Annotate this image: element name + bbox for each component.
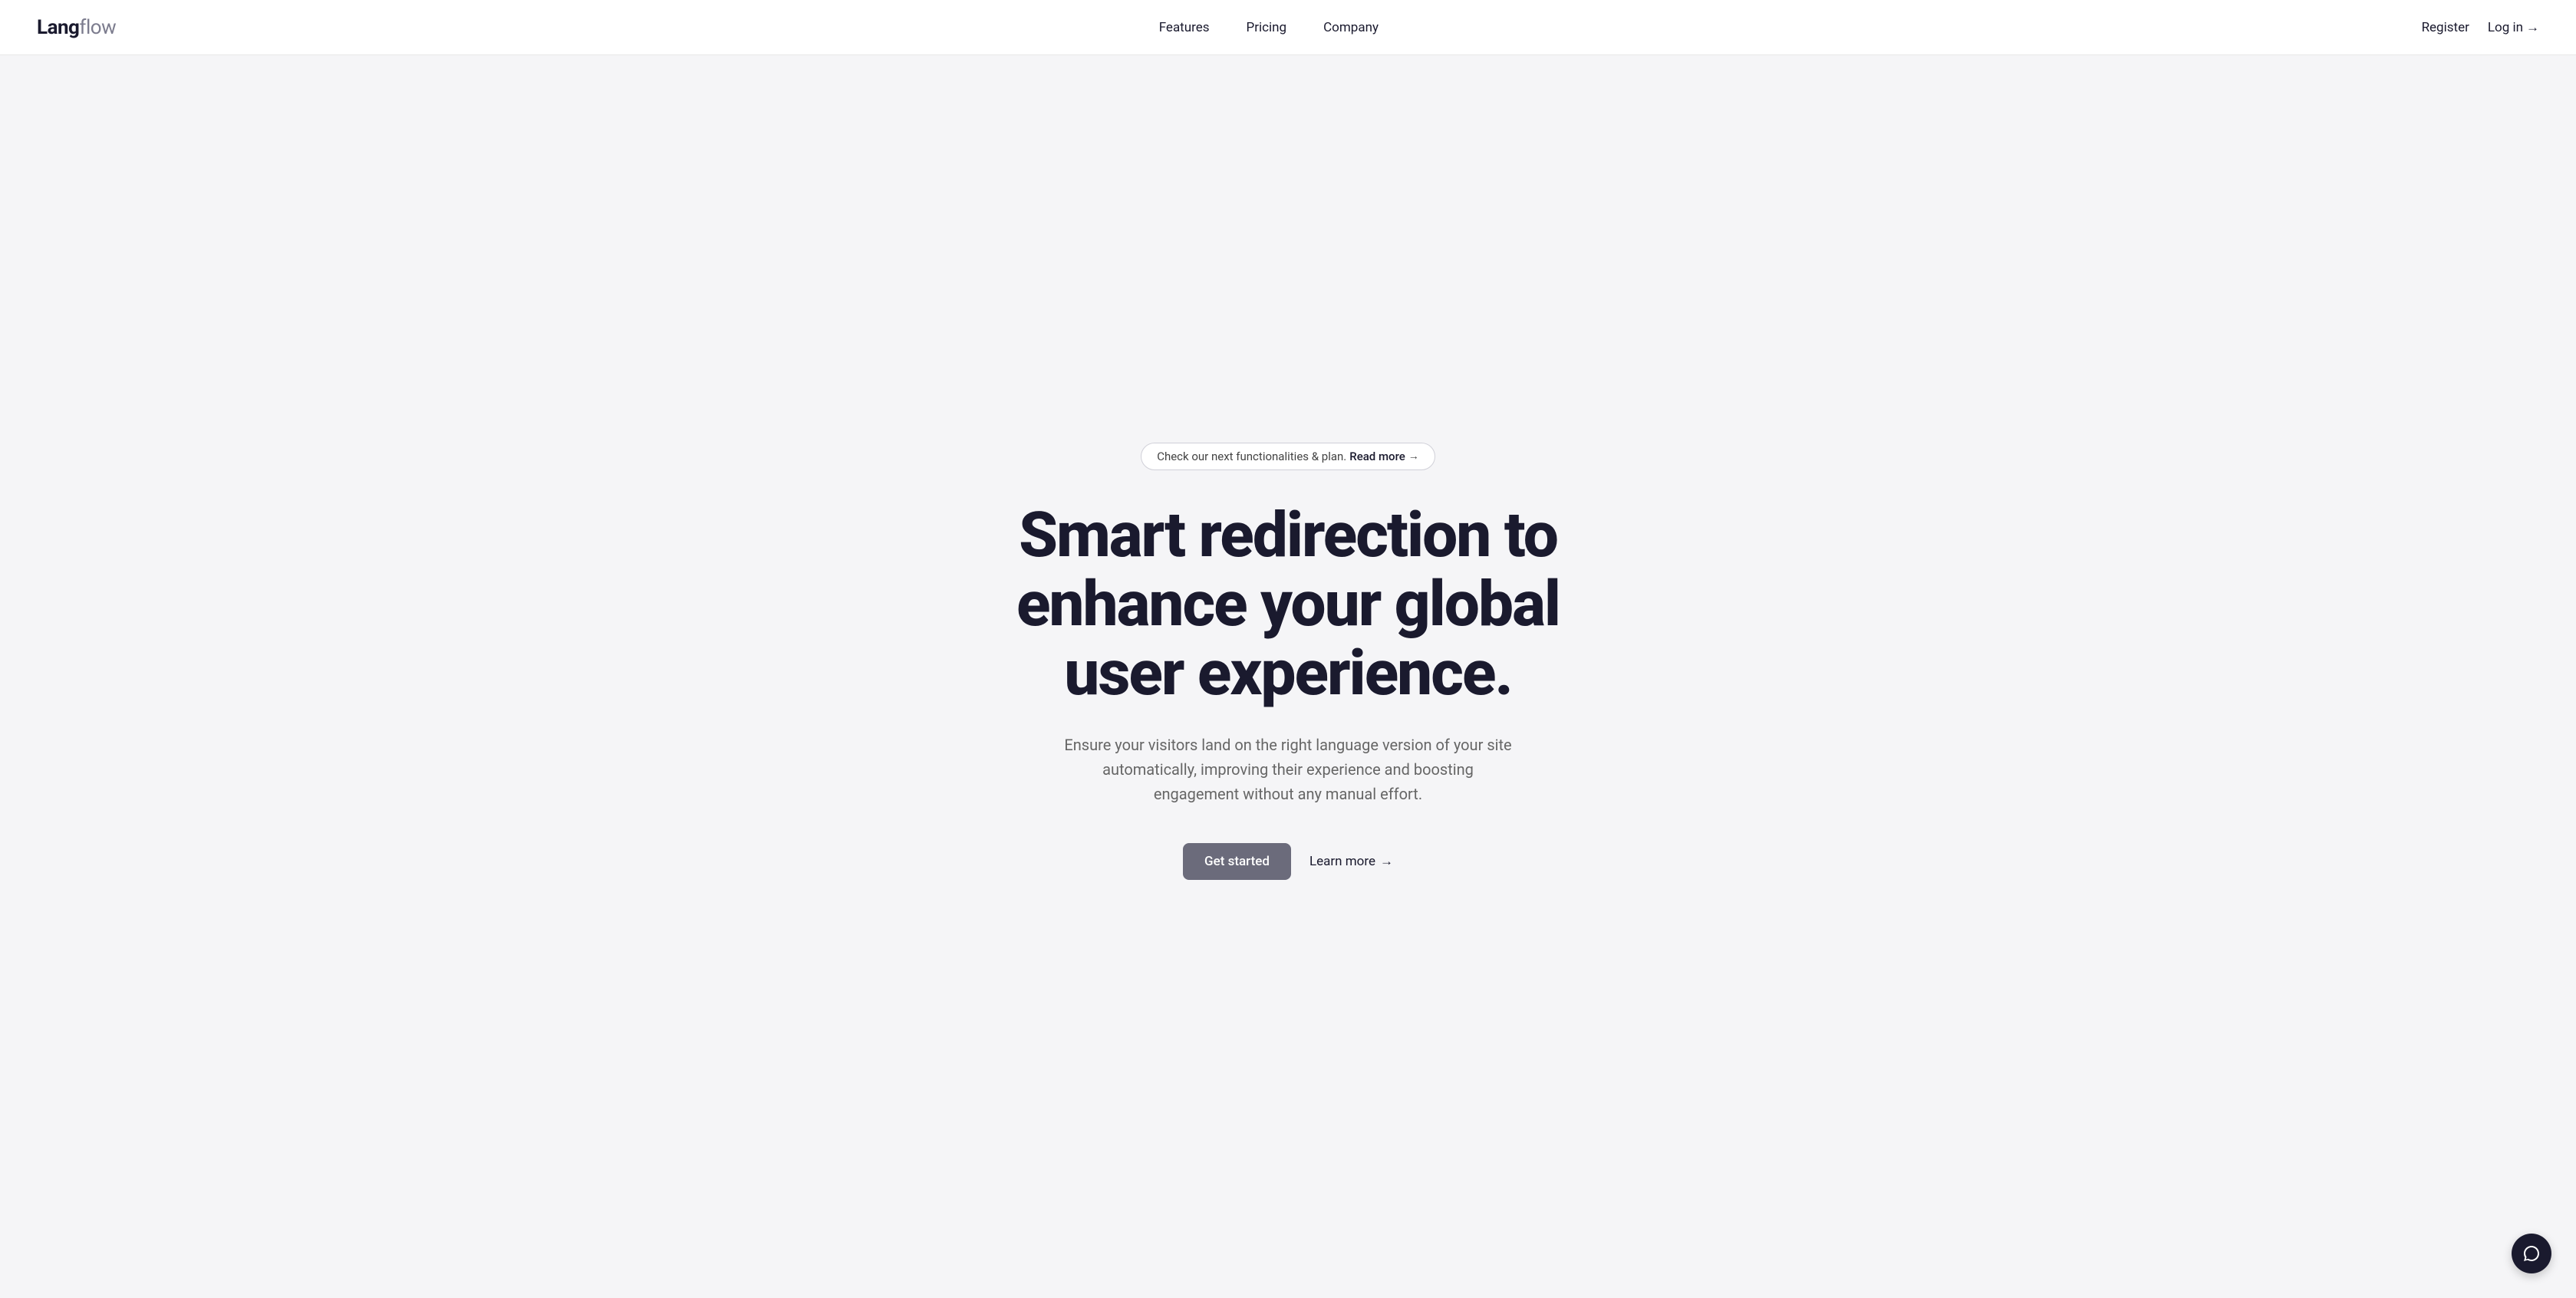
hero-subtitle: Ensure your visitors land on the right l… [1058,733,1518,806]
nav-pricing[interactable]: Pricing [1247,20,1287,35]
hero-title-line2: enhance your global [1016,568,1560,641]
badge-read-more: Read more [1349,450,1405,463]
hero-title-line3: user experience. [1064,637,1512,710]
navbar: Langflow Features Pricing Company Regist… [0,0,2576,55]
chat-icon [2522,1244,2541,1263]
nav-right: Register Log in → [2422,20,2539,35]
get-started-button[interactable]: Get started [1183,843,1291,880]
logo[interactable]: Langflow [37,16,116,39]
chat-support-button[interactable] [2512,1234,2551,1273]
hero-title: Smart redirection to enhance your global… [1016,501,1560,709]
learn-more-link[interactable]: Learn more → [1309,854,1393,869]
logo-flow: flow [79,16,116,39]
announcement-badge[interactable]: Check our next functionalities & plan. R… [1141,443,1435,470]
login-label: Log in [2488,20,2523,35]
nav-features[interactable]: Features [1159,20,1210,35]
badge-text: Check our next functionalities & plan. [1157,450,1346,463]
hero-cta: Get started Learn more → [1183,843,1393,880]
login-arrow: → [2526,20,2539,35]
nav-company[interactable]: Company [1323,20,1379,35]
hero-section: Check our next functionalities & plan. R… [0,55,2576,1298]
logo-lang: Lang [37,16,79,39]
nav-center: Features Pricing Company [1159,20,1379,35]
learn-more-arrow: → [1380,854,1393,869]
register-link[interactable]: Register [2422,20,2469,35]
login-link[interactable]: Log in → [2488,20,2539,35]
learn-more-label: Learn more [1309,854,1375,869]
badge-arrow: → [1408,450,1419,463]
hero-title-line1: Smart redirection to [1019,499,1557,572]
